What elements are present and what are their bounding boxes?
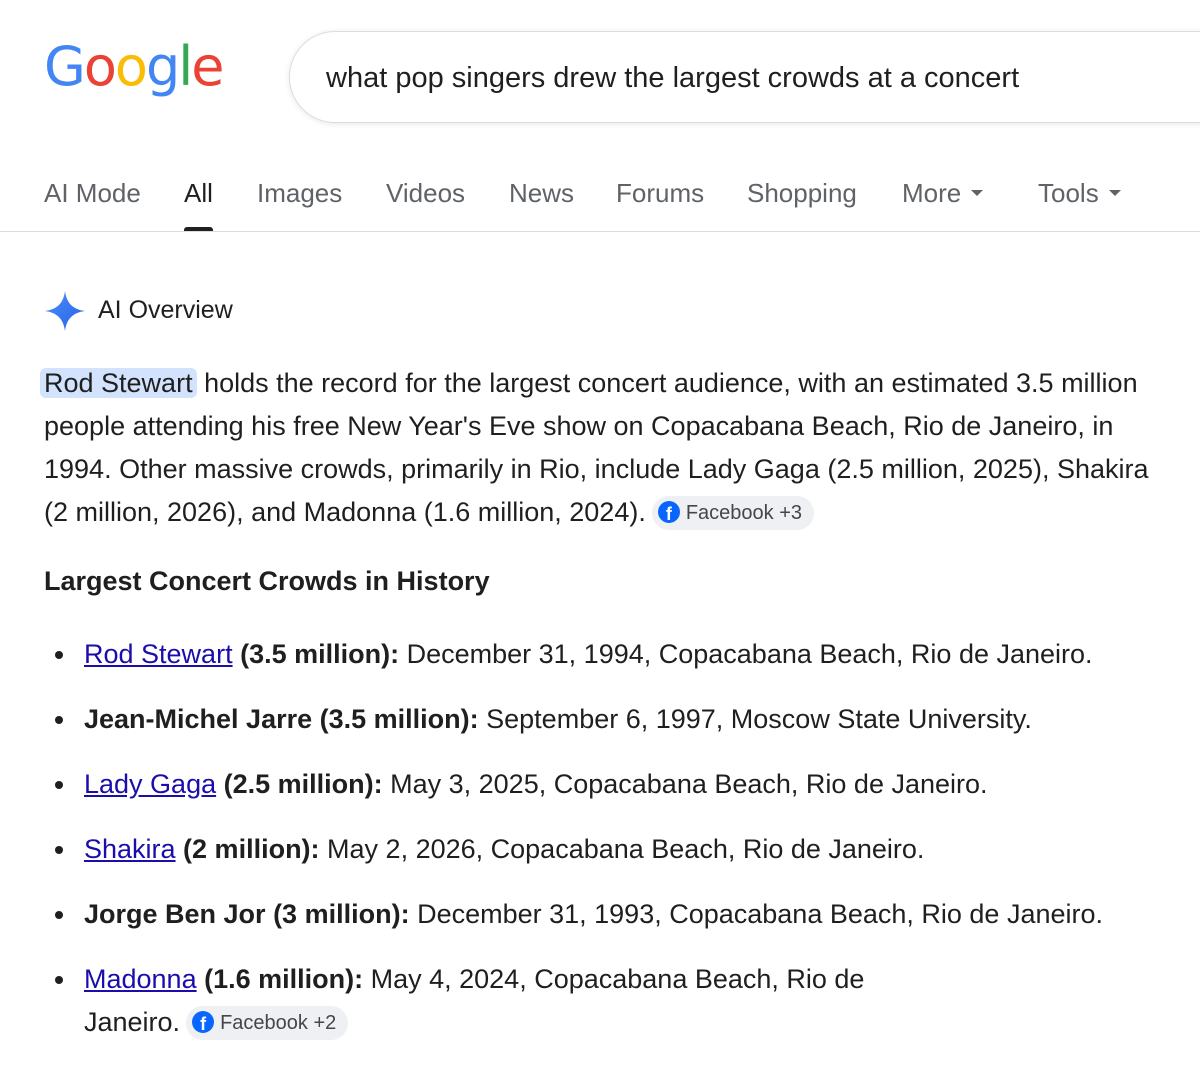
- artist-link[interactable]: Shakira: [84, 834, 176, 864]
- tab-all[interactable]: All: [184, 175, 213, 231]
- artist-link[interactable]: Lady Gaga: [84, 769, 216, 799]
- logo-letter: o: [114, 35, 148, 98]
- tab-label: Images: [257, 178, 343, 208]
- search-input[interactable]: [326, 58, 1200, 98]
- search-results-page: Google AI Mode All Images Videos News Fo…: [0, 0, 1200, 1065]
- tab-label: AI Mode: [44, 178, 141, 208]
- event-details: December 31, 1993, Copacabana Beach, Rio…: [409, 899, 1104, 929]
- tab-more[interactable]: More: [902, 175, 984, 231]
- event-details: May 3, 2025, Copacabana Beach, Rio de Ja…: [382, 769, 988, 799]
- tab-label: All: [184, 178, 213, 208]
- crowd-count: (3.5 million):: [232, 639, 400, 669]
- source-chip-label: Facebook +2: [220, 1012, 337, 1034]
- event-details: December 31, 1994, Copacabana Beach, Rio…: [399, 639, 1093, 669]
- tab-label: Tools: [1038, 178, 1099, 208]
- facebook-icon: f: [657, 501, 680, 523]
- bullet: [55, 781, 63, 789]
- artist-link[interactable]: Madonna: [84, 964, 197, 994]
- tab-label: News: [509, 178, 575, 208]
- search-box[interactable]: [289, 31, 1200, 123]
- tab-tools[interactable]: Tools: [1038, 175, 1121, 231]
- bullet: [55, 846, 63, 854]
- sparkle-icon: [45, 291, 85, 331]
- source-chip[interactable]: f Facebook +3: [651, 496, 815, 530]
- tab-news[interactable]: News: [509, 175, 574, 231]
- artist-name: Jean-Michel Jarre: [84, 704, 313, 734]
- source-chip-label: Facebook +3: [685, 502, 803, 524]
- crowd-count: (2.5 million):: [216, 769, 383, 799]
- bullet: [55, 651, 63, 659]
- logo-letter: e: [191, 35, 224, 98]
- crowd-count: (1.6 million):: [196, 964, 364, 994]
- highlighted-entity[interactable]: Rod Stewart: [40, 368, 197, 398]
- source-chip[interactable]: f Facebook +2: [186, 1006, 349, 1040]
- tabs-divider: [0, 231, 1200, 232]
- list-item: Madonna (1.6 million): May 4, 2024, Copa…: [44, 958, 964, 1044]
- crowd-count: (3.5 million):: [312, 704, 479, 734]
- crowd-list: Rod Stewart (3.5 million): December 31, …: [44, 633, 1184, 1065]
- artist-name: Jorge Ben Jor: [84, 899, 266, 929]
- ai-overview-summary: Rod Stewart holds the record for the lar…: [40, 362, 1174, 534]
- list-item: Lady Gaga (2.5 million): May 3, 2025, Co…: [44, 763, 1184, 806]
- tab-label: More: [902, 178, 962, 208]
- tab-forums[interactable]: Forums: [616, 175, 704, 231]
- chevron-down-icon: [1108, 190, 1121, 197]
- tab-label: Videos: [386, 178, 466, 208]
- summary-text: holds the record for the largest concert…: [44, 368, 1149, 527]
- bullet: [55, 911, 63, 919]
- logo-letter: o: [83, 35, 117, 98]
- bullet: [55, 716, 63, 724]
- event-details: September 6, 1997, Moscow State Universi…: [478, 704, 1032, 734]
- tab-ai-mode[interactable]: AI Mode: [44, 175, 141, 231]
- google-logo[interactable]: Google: [44, 35, 224, 98]
- tab-images[interactable]: Images: [257, 175, 342, 231]
- logo-letter: G: [44, 35, 86, 98]
- facebook-icon: f: [192, 1011, 215, 1033]
- tab-videos[interactable]: Videos: [386, 175, 465, 231]
- tab-label: Shopping: [747, 178, 857, 208]
- bullet: [55, 976, 63, 984]
- section-title: Largest Concert Crowds in History: [44, 566, 490, 596]
- tab-shopping[interactable]: Shopping: [747, 175, 857, 231]
- list-item: Rod Stewart (3.5 million): December 31, …: [44, 633, 1184, 676]
- tab-label: Forums: [616, 178, 705, 208]
- event-details: May 2, 2026, Copacabana Beach, Rio de Ja…: [319, 834, 925, 864]
- ai-overview-title: AI Overview: [98, 296, 233, 324]
- list-item: Jorge Ben Jor (3 million): December 31, …: [44, 893, 1184, 936]
- logo-letter: g: [145, 35, 180, 98]
- chevron-down-icon: [971, 190, 984, 197]
- crowd-count: (2 million):: [175, 834, 320, 864]
- crowd-count: (3 million):: [265, 899, 410, 929]
- list-item: Shakira (2 million): May 2, 2026, Copaca…: [44, 828, 1184, 871]
- artist-link[interactable]: Rod Stewart: [84, 639, 233, 669]
- list-item: Jean-Michel Jarre (3.5 million): Septemb…: [44, 698, 1184, 741]
- logo-letter: l: [178, 35, 193, 98]
